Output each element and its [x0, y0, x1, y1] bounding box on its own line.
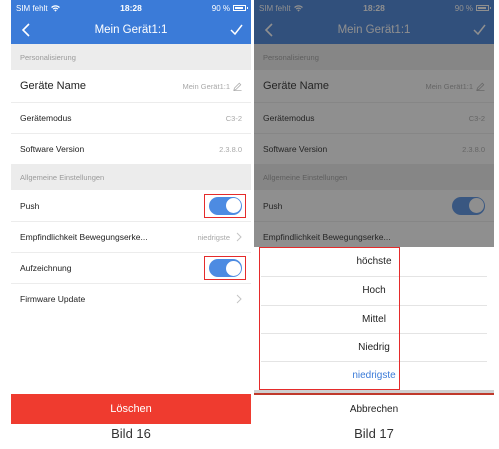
picker-highlight-box	[259, 247, 400, 390]
sensitivity-value: niedrigste	[197, 232, 230, 242]
chevron-right-icon	[236, 294, 242, 303]
device-mode-label: Gerätemodus	[20, 113, 72, 123]
software-version-label: Software Version	[20, 144, 85, 154]
firmware-update-label: Firmware Update	[20, 293, 86, 304]
recording-row: Aufzeichnung	[11, 253, 251, 284]
recording-label: Aufzeichnung	[20, 263, 72, 273]
nav-bar: Mein Gerät1:1	[11, 16, 251, 44]
cancel-button[interactable]: Abbrechen	[254, 394, 494, 424]
section-header-personalization: Personalisierung	[11, 44, 251, 70]
device-mode-value: C3-2	[225, 113, 242, 123]
device-name-value: Mein Gerät1:1	[182, 81, 230, 91]
device-name-row[interactable]: Geräte Name Mein Gerät1:1	[11, 70, 251, 103]
screen-bild-16: SIM fehlt 18:28 90 % Mein Gerät1:1 Perso…	[11, 0, 251, 424]
software-version-row: Software Version 2.3.8.0	[11, 134, 251, 164]
push-row: Push	[11, 190, 251, 222]
checkmark-icon[interactable]	[229, 22, 244, 37]
clock: 18:28	[120, 3, 142, 13]
pencil-icon[interactable]	[233, 82, 242, 91]
page-title: Mein Gerät1:1	[94, 24, 168, 36]
modal-backdrop[interactable]	[254, 0, 494, 247]
delete-button[interactable]: Löschen	[11, 394, 251, 424]
sensitivity-label: Empfindlichkeit Bewegungserke...	[20, 232, 148, 242]
battery-icon	[233, 5, 248, 11]
chevron-right-icon	[236, 232, 242, 242]
device-name-label: Geräte Name	[20, 80, 87, 92]
device-mode-row: Gerätemodus C3-2	[11, 103, 251, 134]
caption-bild-16: Bild 16	[111, 426, 151, 441]
sensitivity-picker-sheet: höchste Hoch Mittel Niedrig niedrigste A…	[254, 247, 494, 424]
push-label: Push	[20, 200, 40, 211]
push-toggle-highlight	[204, 194, 246, 218]
firmware-update-row[interactable]: Firmware Update	[11, 284, 251, 313]
section-header-general: Allgemeine Einstellungen	[11, 164, 251, 190]
status-bar: SIM fehlt 18:28 90 %	[11, 0, 251, 16]
recording-toggle-highlight	[204, 256, 246, 280]
software-version-value: 2.3.8.0	[219, 144, 242, 154]
back-chevron-icon[interactable]	[20, 22, 34, 38]
caption-bild-17: Bild 17	[354, 426, 394, 441]
sensitivity-row[interactable]: Empfindlichkeit Bewegungserke... niedrig…	[11, 222, 251, 253]
screen-bild-17: SIM fehlt 18:28 90 % Mein Gerät1:1 Perso…	[254, 0, 494, 424]
